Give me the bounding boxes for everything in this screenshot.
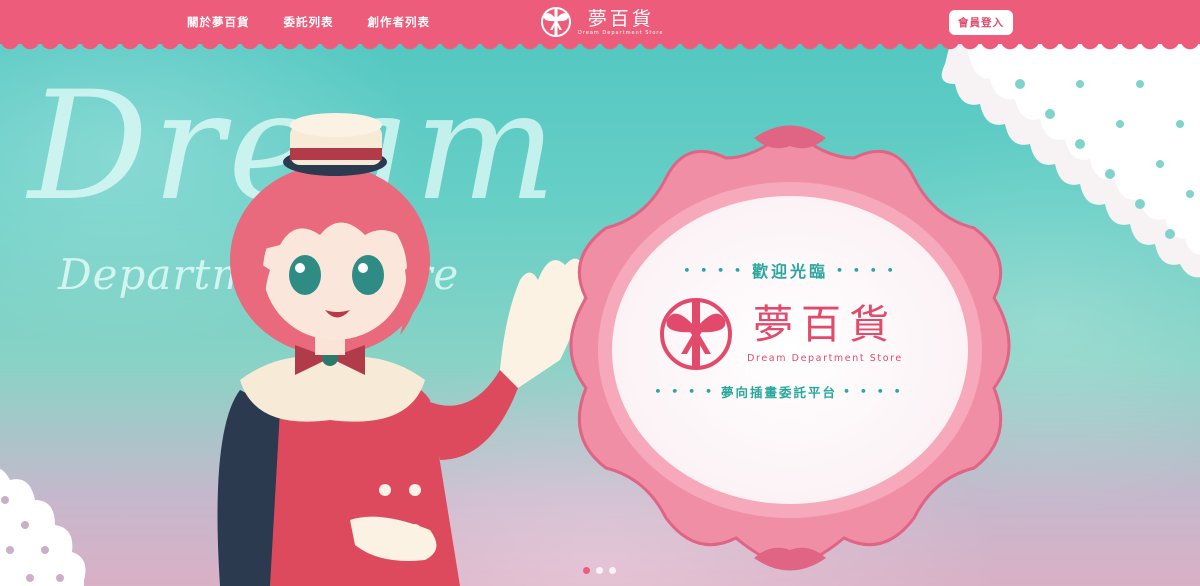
- hero-banner: Dream Department Store: [0, 0, 1200, 586]
- brand-subtitle: Dream Department Store: [578, 30, 664, 36]
- welcome-heading: • • • • 歡迎光臨 • • • •: [651, 258, 929, 282]
- nav-commissions[interactable]: 委託列表: [284, 14, 334, 30]
- gift-box-brand-icon: [541, 7, 571, 37]
- nav-about[interactable]: 關於夢百貨: [187, 14, 250, 30]
- brand-subtitle-large: Dream Department Store: [747, 352, 903, 364]
- brand-name: 夢百貨: [587, 8, 654, 30]
- decorative-dots-right: • • • •: [836, 263, 897, 277]
- carousel-dot-1[interactable]: [583, 567, 590, 574]
- carousel-dot-2[interactable]: [596, 567, 603, 574]
- brand-name-large: 夢百貨: [753, 301, 897, 348]
- welcome-text: 歡迎光臨: [751, 262, 828, 281]
- tagline-text: 夢向插畫委託平台: [720, 385, 837, 400]
- tagline-dots-right: • • • •: [843, 385, 904, 398]
- site-header: 關於夢百貨 委託列表 創作者列表 夢百貨 Dream Department St…: [0, 0, 1200, 44]
- gift-box-logo-icon: [660, 298, 733, 370]
- carousel-indicators: [583, 567, 616, 574]
- lace-decoration-left: [0, 468, 86, 586]
- brand-home-link[interactable]: 夢百貨 Dream Department Store: [540, 4, 663, 40]
- tagline-dots-left: • • • •: [654, 385, 715, 398]
- member-login-button[interactable]: 會員登入: [949, 10, 1013, 35]
- main-logo: 夢百貨 Dream Department Store: [629, 294, 929, 370]
- main-nav: 關於夢百貨 委託列表 創作者列表: [187, 0, 430, 44]
- carousel-dot-3[interactable]: [609, 567, 616, 574]
- tagline: • • • • 夢向插畫委託平台 • • • •: [629, 382, 929, 401]
- decorative-dots-left: • • • •: [683, 263, 744, 277]
- nav-creators[interactable]: 創作者列表: [368, 14, 431, 30]
- welcome-frame-content: • • • • 歡迎光臨 • • • • 夢百貨 Dream Departmen…: [629, 258, 929, 401]
